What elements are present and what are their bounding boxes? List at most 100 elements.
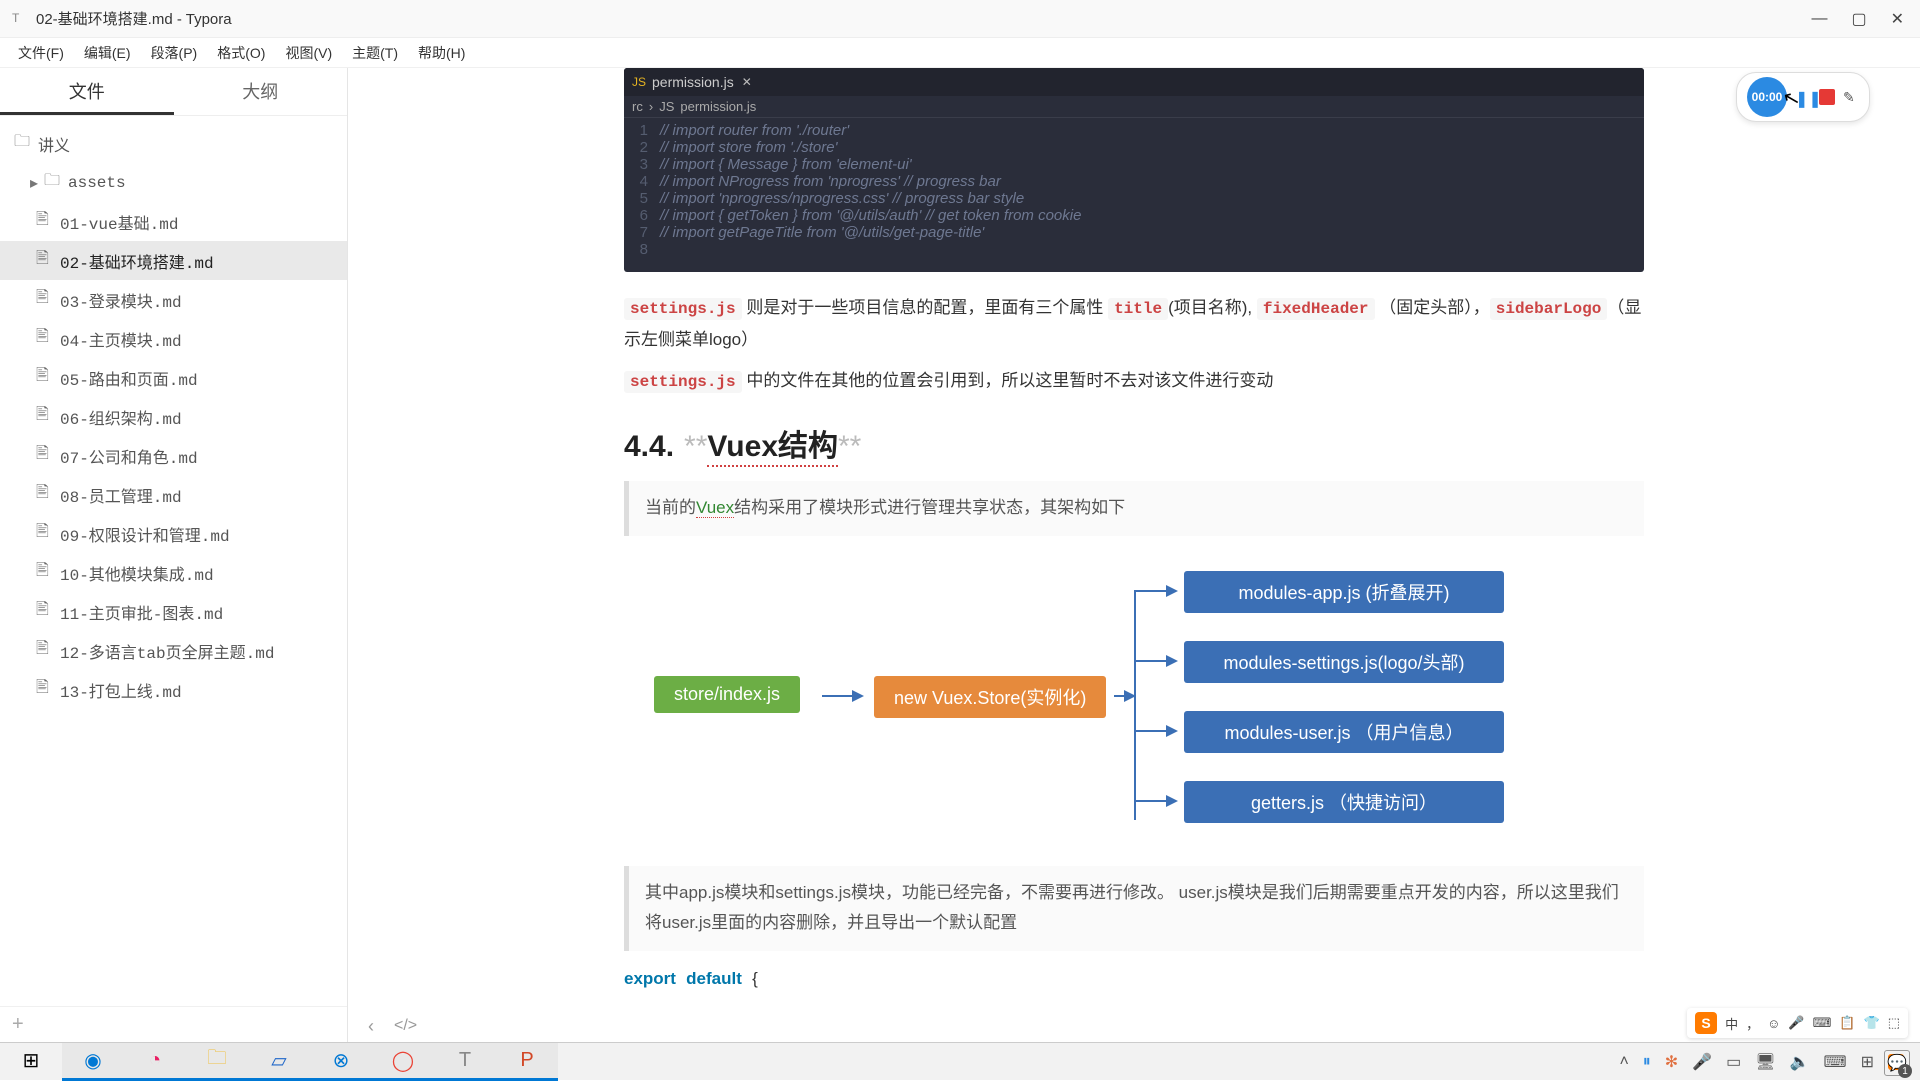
taskbar-app-chrome[interactable]: ◯ [372, 1043, 434, 1081]
edit-icon[interactable]: ✎ [1843, 89, 1859, 105]
taskbar-app-powershell[interactable]: ▱ [248, 1043, 310, 1081]
code-breadcrumb: rc› JS permission.js [624, 96, 1644, 118]
tray-keyboard-icon[interactable]: ⌨ [1823, 1052, 1846, 1072]
code-line: 1// import router from './router' [624, 122, 1644, 139]
close-tab-icon[interactable]: ✕ [742, 75, 752, 89]
tree-file-item[interactable]: 🖹08-员工管理.md [0, 475, 347, 514]
markdown-file-icon: 🖹 [36, 442, 54, 469]
taskbar-app-powerpoint[interactable]: P [496, 1043, 558, 1081]
tree-file-item[interactable]: 🖹09-权限设计和管理.md [0, 514, 347, 553]
ime-toolbar[interactable]: S 中 ， ☺ 🎤 ⌨ 📋 👕 ⬚ [1687, 1008, 1908, 1038]
menu-file[interactable]: 文件(F) [8, 39, 74, 67]
window-title: 02-基础环境搭建.md - Typora [36, 8, 1811, 29]
taskbar-app[interactable]: ◉ [62, 1043, 124, 1081]
menu-edit[interactable]: 编辑(E) [74, 39, 141, 67]
notification-center-icon[interactable]: 💬 1 [1884, 1050, 1910, 1076]
tree-file-item[interactable]: 🖹13-打包上线.md [0, 670, 347, 709]
tree-file-item[interactable]: 🖹05-路由和页面.md [0, 358, 347, 397]
editor-content[interactable]: JS permission.js ✕ rc› JS permission.js … [348, 68, 1920, 1042]
code-line: 6// import { getToken } from '@/utils/au… [624, 207, 1644, 224]
tab-files[interactable]: 文件 [0, 68, 174, 115]
arrow-icon [1134, 730, 1176, 732]
markdown-file-icon: 🖹 [36, 676, 54, 703]
markdown-file-icon: 🖹 [36, 325, 54, 352]
menu-view[interactable]: 视图(V) [275, 39, 342, 67]
arrow-icon [1134, 660, 1176, 662]
markdown-file-icon: 🖹 [36, 403, 54, 430]
tray-icon[interactable]: ✻ [1665, 1052, 1678, 1072]
taskbar: ⊞ ◉ ◔ 🗀 ▱ ⊗ ◯ T P ˄ ⏸ ✻ 🎤 ▭ 🖥 🔈 ⌨ ⊞ S 💬 … [0, 1042, 1920, 1080]
tree-file-item[interactable]: 🖹12-多语言tab页全屏主题.md [0, 631, 347, 670]
tree-file-item[interactable]: 🖹02-基础环境搭建.md [0, 241, 347, 280]
markdown-file-icon: 🖹 [36, 559, 54, 586]
back-icon[interactable]: ‹ [368, 1016, 374, 1037]
tree-file-item[interactable]: 🖹01-vue基础.md [0, 202, 347, 241]
recorder-timer: 00:00 [1747, 77, 1787, 117]
menu-help[interactable]: 帮助(H) [408, 39, 475, 67]
sidebar: 文件 大纲 🗀 讲义 ▸ 🗀 assets 🖹01-vue基础.md🖹02-基础… [0, 68, 348, 1042]
code-export-line: export default { [624, 965, 1644, 994]
tray-icon[interactable]: ▭ [1726, 1052, 1741, 1072]
tray-icon[interactable]: ⊞ [1861, 1052, 1874, 1072]
source-code-icon[interactable]: </> [394, 1017, 417, 1035]
code-inline: settings.js [624, 371, 742, 393]
menu-paragraph[interactable]: 段落(P) [141, 39, 208, 67]
start-button[interactable]: ⊞ [0, 1043, 62, 1081]
menu-format[interactable]: 格式(O) [207, 39, 275, 67]
tray-icon[interactable]: ⏸ [1643, 1053, 1651, 1071]
tree-file-item[interactable]: 🖹07-公司和角色.md [0, 436, 347, 475]
tree-root-folder[interactable]: 🗀 讲义 [0, 124, 347, 163]
markdown-file-icon: 🖹 [36, 481, 54, 508]
file-tree: 🗀 讲义 ▸ 🗀 assets 🖹01-vue基础.md🖹02-基础环境搭建.m… [0, 116, 347, 1006]
connector-line [1134, 590, 1136, 820]
code-inline: sidebarLogo [1490, 298, 1608, 320]
paragraph: settings.js 则是对于一些项目信息的配置，里面有三个属性 title(… [624, 292, 1644, 357]
menu-theme[interactable]: 主题(T) [342, 39, 408, 67]
tree-file-item[interactable]: 🖹04-主页模块.md [0, 319, 347, 358]
markdown-file-icon: 🖹 [36, 598, 54, 625]
markdown-file-icon: 🖹 [36, 247, 54, 274]
notification-count: 1 [1898, 1064, 1912, 1078]
editor-footer: ‹ </> [350, 1010, 1920, 1042]
code-line: 5// import 'nprogress/nprogress.css' // … [624, 190, 1644, 207]
taskbar-app[interactable]: ◔ [124, 1043, 186, 1081]
new-file-button[interactable]: + [12, 1013, 24, 1036]
maximize-button[interactable]: ▢ [1851, 9, 1866, 29]
vuex-diagram: store/index.js new Vuex.Store(实例化) modul… [624, 566, 1644, 846]
stop-icon[interactable] [1819, 89, 1835, 105]
system-tray[interactable]: ˄ ⏸ ✻ 🎤 ▭ 🖥 🔈 ⌨ ⊞ S [1603, 1052, 1920, 1072]
markdown-file-icon: 🖹 [36, 208, 54, 235]
tree-file-item[interactable]: 🖹06-组织架构.md [0, 397, 347, 436]
tree-subfolder-assets[interactable]: ▸ 🗀 assets [0, 163, 347, 202]
tab-outline[interactable]: 大纲 [174, 68, 348, 115]
diagram-box-vuex: new Vuex.Store(实例化) [874, 676, 1106, 718]
tree-file-item[interactable]: 🖹03-登录模块.md [0, 280, 347, 319]
taskbar-app-explorer[interactable]: 🗀 [186, 1043, 248, 1081]
folder-icon: 🗀 [14, 130, 32, 157]
tree-file-item[interactable]: 🖹10-其他模块集成.md [0, 553, 347, 592]
taskbar-app-vscode[interactable]: ⊗ [310, 1043, 372, 1081]
screen-recorder-widget[interactable]: 00:00 ❚❚ ✎ [1736, 72, 1870, 122]
tray-expand-icon[interactable]: ˄ [1619, 1053, 1628, 1071]
code-inline: fixedHeader [1257, 298, 1375, 320]
taskbar-app-typora[interactable]: T [434, 1043, 496, 1081]
code-inline: settings.js [624, 298, 742, 320]
close-button[interactable]: ✕ [1891, 9, 1904, 29]
diagram-box-m2: modules-settings.js(logo/头部) [1184, 641, 1504, 683]
code-line: 8 [624, 241, 1644, 258]
code-inline: title [1108, 298, 1168, 320]
blockquote: 其中app.js模块和settings.js模块，功能已经完备，不需要再进行修改… [624, 866, 1644, 951]
code-line: 4// import NProgress from 'nprogress' //… [624, 173, 1644, 190]
markdown-file-icon: 🖹 [36, 286, 54, 313]
markdown-file-icon: 🖹 [36, 520, 54, 547]
minimize-button[interactable]: — [1811, 10, 1827, 28]
code-tab-filename: permission.js [652, 74, 734, 90]
tray-icon[interactable]: 🖥 [1755, 1052, 1775, 1072]
code-line: 2// import store from './store' [624, 139, 1644, 156]
blockquote: 当前的Vuex结构采用了模块形式进行管理共享状态，其架构如下 [624, 481, 1644, 536]
tray-volume-icon[interactable]: 🔈 [1790, 1052, 1810, 1072]
tray-mic-icon[interactable]: 🎤 [1692, 1052, 1712, 1072]
tree-file-item[interactable]: 🖹11-主页审批-图表.md [0, 592, 347, 631]
menu-bar: 文件(F) 编辑(E) 段落(P) 格式(O) 视图(V) 主题(T) 帮助(H… [0, 38, 1920, 68]
markdown-file-icon: 🖹 [36, 637, 54, 664]
